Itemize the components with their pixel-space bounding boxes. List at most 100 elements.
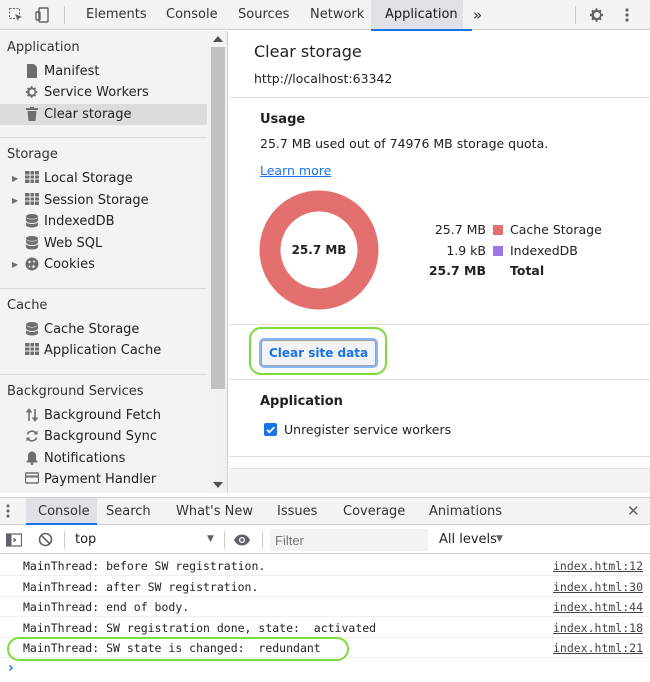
drawer-menu-icon[interactable]	[6, 504, 10, 522]
drawer-tab-coverage[interactable]: Coverage	[343, 498, 405, 525]
sidebar-item-clear-storage[interactable]: Clear storage	[0, 104, 207, 125]
clear-site-data-button[interactable]: Clear site data	[261, 340, 376, 366]
log-levels-dropdown[interactable]: All levels	[439, 531, 497, 549]
cookie-icon	[25, 257, 39, 271]
usage-summary: 25.7 MB used out of 74976 MB storage quo…	[260, 136, 549, 151]
sidebar-item-label: Cache Storage	[44, 322, 140, 337]
sidebar-item-label: Notifications	[44, 451, 126, 466]
tab-console[interactable]: Console	[164, 0, 220, 30]
log-source-link[interactable]: index.html:44	[553, 597, 643, 617]
sidebar-item-cookies[interactable]: ▶ Cookies	[0, 254, 207, 275]
inspect-element-icon[interactable]	[6, 5, 26, 25]
tab-elements[interactable]: Elements	[84, 0, 149, 30]
clear-console-icon[interactable]	[38, 532, 53, 551]
legend-size-indexeddb: 1.9 kB	[446, 243, 486, 258]
learn-more-link[interactable]: Learn more	[260, 163, 331, 178]
log-message: MainThread: end of body.	[23, 600, 190, 614]
tab-application[interactable]: Application	[371, 0, 472, 31]
eye-icon[interactable]	[233, 533, 251, 551]
expand-triangle-icon[interactable]: ▶	[12, 190, 18, 211]
sidebar-item-label: Manifest	[44, 64, 100, 79]
sidebar-scrollbar-thumb[interactable]	[211, 47, 225, 389]
filter-input[interactable]	[270, 529, 428, 551]
sync-icon	[25, 429, 39, 443]
log-source-link[interactable]: index.html:12	[553, 556, 643, 576]
unregister-sw-checkbox[interactable]	[264, 423, 277, 436]
sidebar-item-application-cache[interactable]: Application Cache	[0, 340, 207, 361]
context-dropdown-icon[interactable]: ▼	[207, 534, 214, 544]
drawer-tabbar: Console Search What's New Issues Coverag…	[0, 497, 650, 525]
grid-icon	[25, 193, 39, 207]
close-drawer-icon[interactable]: ✕	[627, 503, 640, 519]
application-heading: Application	[260, 394, 343, 409]
sidebar-item-payment-handler[interactable]: Payment Handler	[0, 469, 207, 490]
show-sidebar-icon[interactable]	[5, 533, 23, 551]
checkmark-icon	[266, 426, 275, 434]
panel-footer	[229, 468, 650, 493]
gear-icon	[25, 85, 39, 99]
expand-triangle-icon[interactable]: ▶	[12, 254, 18, 275]
sidebar-item-label: Local Storage	[44, 171, 133, 186]
page-title: Clear storage	[254, 42, 362, 61]
drawer-tab-animations[interactable]: Animations	[429, 498, 502, 525]
console-log-line: MainThread: SW registration done, state:…	[0, 618, 650, 638]
sidebar-item-background-fetch[interactable]: Background Fetch	[0, 405, 207, 426]
sidebar-item-label: Session Storage	[44, 193, 149, 208]
sidebar-item-manifest[interactable]: Manifest	[0, 61, 207, 82]
more-tabs-button[interactable]: »	[471, 0, 484, 30]
legend-size-cache: 25.7 MB	[434, 222, 486, 237]
tab-network[interactable]: Network	[308, 0, 366, 30]
console-log-line: MainThread: end of body. index.html:44	[0, 597, 650, 617]
expand-triangle-icon[interactable]: ▶	[12, 168, 18, 189]
legend-label-indexeddb: IndexedDB	[510, 243, 578, 258]
document-icon	[25, 64, 39, 78]
sidebar-item-service-workers[interactable]: Service Workers	[0, 82, 207, 103]
context-selector[interactable]: top	[75, 531, 96, 549]
kebab-menu-icon[interactable]	[617, 5, 637, 25]
bell-icon	[25, 451, 39, 465]
usage-heading: Usage	[260, 112, 306, 127]
legend-size-total: 25.7 MB	[428, 263, 486, 278]
origin-url: http://localhost:63342	[254, 71, 393, 86]
console-log-line: MainThread: after SW registration. index.…	[0, 577, 650, 597]
sidebar-item-cache-storage[interactable]: Cache Storage	[0, 319, 207, 340]
scroll-down-arrow-icon[interactable]	[213, 482, 223, 488]
drawer-tab-issues[interactable]: Issues	[277, 498, 317, 525]
levels-dropdown-icon[interactable]: ▼	[496, 534, 503, 544]
sidebar-item-indexeddb[interactable]: IndexedDB	[0, 211, 207, 232]
sidebar-item-label: Web SQL	[44, 236, 103, 251]
log-message: MainThread: after SW registration.	[23, 579, 259, 594]
legend-swatch-cache	[493, 225, 503, 235]
log-source-link[interactable]: index.html:30	[553, 577, 643, 597]
sidebar-item-background-sync[interactable]: Background Sync	[0, 426, 207, 447]
console-prompt[interactable]: ›	[8, 660, 14, 676]
card-icon	[24, 472, 40, 486]
console-log-line: MainThread: before SW registration. index…	[0, 556, 650, 576]
unregister-sw-label[interactable]: Unregister service workers	[284, 422, 451, 437]
sidebar-item-label: IndexedDB	[44, 214, 115, 229]
sidebar-item-notifications[interactable]: Notifications	[0, 448, 207, 469]
devtools-toolbar: Elements Console Sources Network Applica…	[0, 0, 650, 31]
scroll-up-arrow-icon[interactable]	[213, 36, 223, 42]
sidebar-item-local-storage[interactable]: ▶ Local Storage	[0, 168, 207, 189]
sidebar-item-label: Application Cache	[44, 343, 162, 358]
settings-gear-icon[interactable]	[587, 5, 607, 25]
sidebar-item-web-sql[interactable]: Web SQL	[0, 233, 207, 254]
tab-sources[interactable]: Sources	[236, 0, 291, 30]
log-message: MainThread: SW registration done, state:…	[23, 620, 377, 635]
log-source-link[interactable]: index.html:18	[553, 618, 643, 638]
sidebar-item-label: Cookies	[44, 257, 95, 272]
sidebar-item-label: Background Fetch	[44, 408, 161, 423]
drawer-tab-console[interactable]: Console	[38, 498, 90, 525]
database-icon	[25, 322, 39, 336]
sidebar-item-session-storage[interactable]: ▶ Session Storage	[0, 190, 207, 211]
application-sidebar: Application Manifest Service Workers Cle…	[0, 31, 228, 493]
sidebar-item-label: Clear storage	[44, 107, 132, 122]
drawer-tab-search[interactable]: Search	[106, 498, 151, 525]
highlight-ring-log	[7, 637, 349, 661]
database-icon	[25, 214, 39, 228]
log-source-link[interactable]: index.html:21	[553, 638, 643, 658]
drawer-tab-whats-new[interactable]: What's New	[176, 498, 253, 525]
device-toolbar-icon[interactable]	[33, 5, 53, 25]
sidebar-item-label: Background Sync	[44, 429, 158, 444]
